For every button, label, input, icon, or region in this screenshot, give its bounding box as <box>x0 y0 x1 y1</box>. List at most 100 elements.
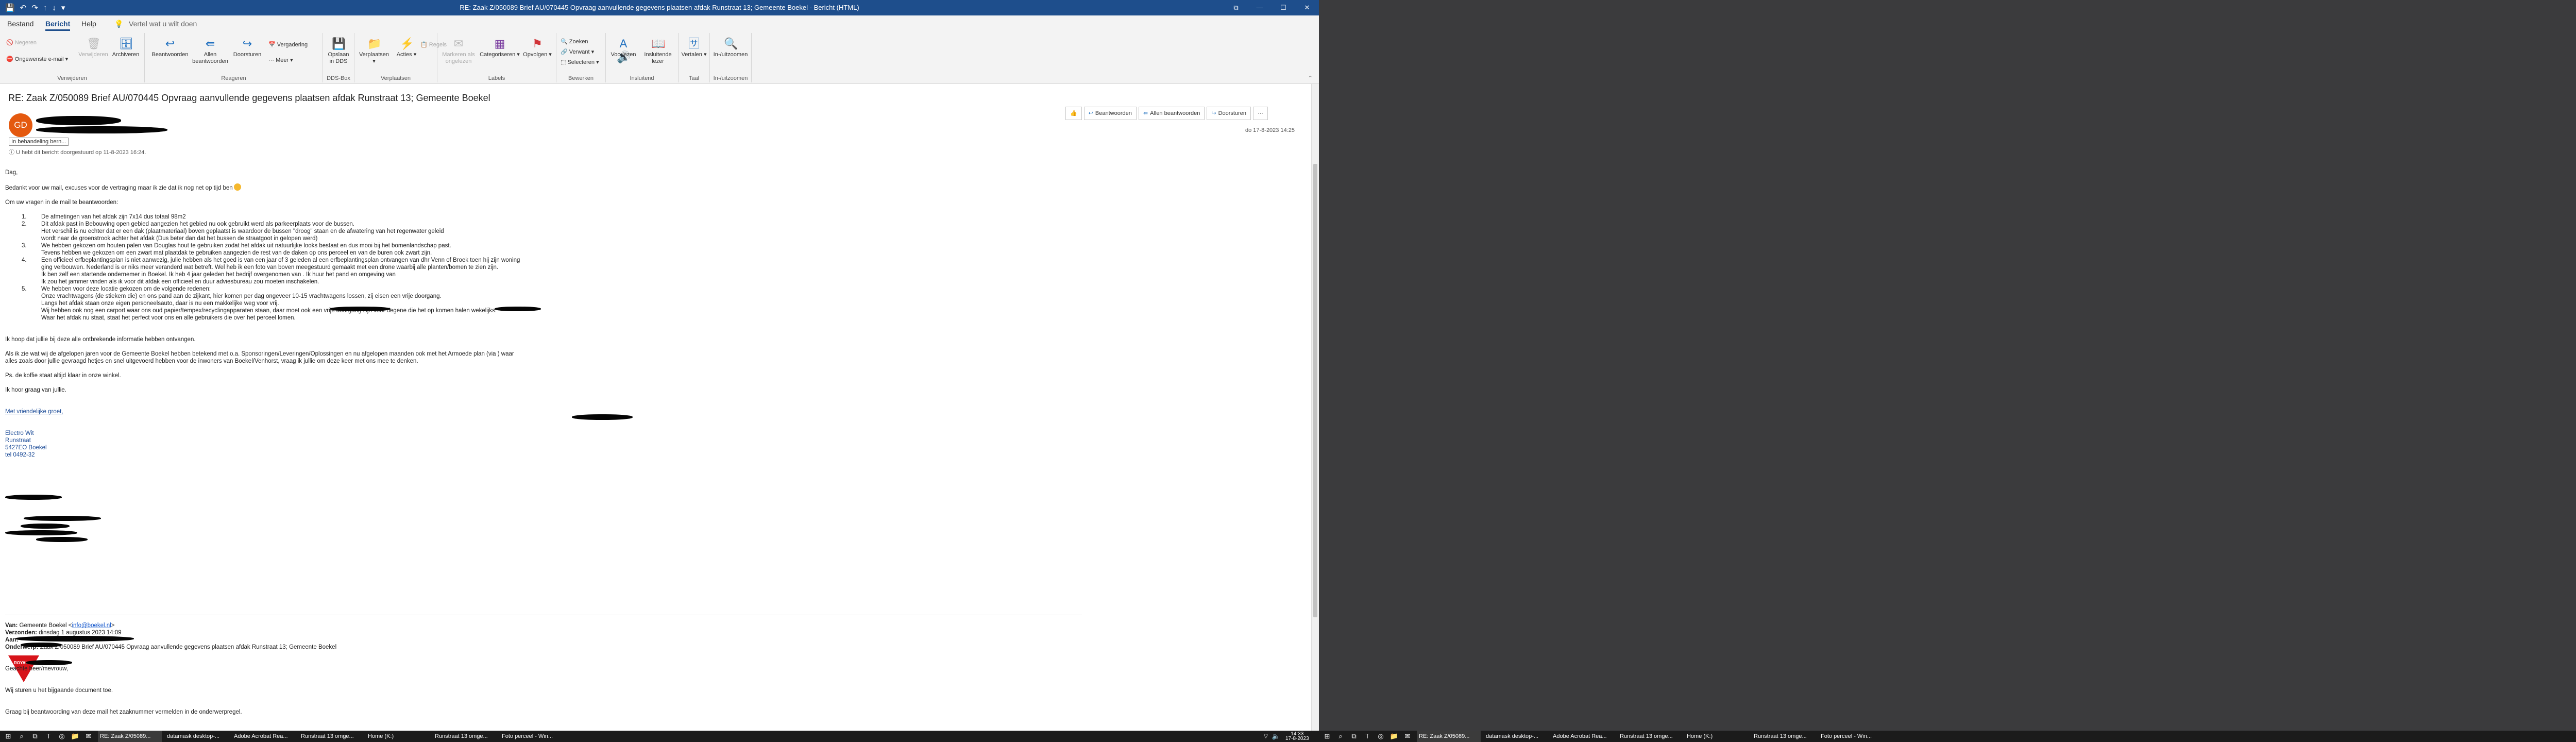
outlook-icon[interactable]: ✉ <box>82 731 95 742</box>
teams-icon[interactable]: T <box>1361 731 1374 742</box>
taskbar-app-button[interactable]: Runstraat 13 omge... <box>1618 731 1682 742</box>
quoted-line: Wij sturen u het bijgaande document toe. <box>5 687 113 694</box>
immersive-reader-button[interactable]: 📖 Insluitende lezer <box>640 37 676 65</box>
taskbar-app-button[interactable]: Runstraat 13 omge... <box>299 731 363 742</box>
taskbar-app-button[interactable]: datamask desktop-... <box>165 731 229 742</box>
search-icon[interactable]: ⌕ <box>15 731 28 742</box>
signature-greeting: Met vriendelijke groet, <box>5 409 63 415</box>
clock[interactable]: 14:33 17-8-2023 <box>1285 732 1309 741</box>
group-label: Verwijderen <box>57 75 87 81</box>
taskbar-app-button[interactable]: Home (K:) <box>366 731 430 742</box>
body-paragraph: alles zoals door jullie gevraagd hetjes … <box>5 358 418 364</box>
tab-help[interactable]: Help <box>81 20 96 28</box>
scroll-thumb[interactable] <box>1313 164 1317 617</box>
volume-icon[interactable]: 🔈 <box>1270 731 1282 742</box>
translate-button[interactable]: 🈂 Vertalen ▾ <box>681 37 707 58</box>
mark-unread-button[interactable]: ✉ Markeren als ongelezen <box>440 37 477 65</box>
read-aloud-button[interactable]: A🔊 Voorlezen <box>608 37 639 63</box>
group-tags: ✉ Markeren als ongelezen ▦ Categoriseren ▾… <box>437 33 556 82</box>
tell-me-search[interactable]: Vertel wat u wilt doen <box>129 20 197 28</box>
select-button[interactable]: ⬚ Selecteren ▾ <box>561 59 599 65</box>
reply-button[interactable]: ↩ Beantwoorden <box>150 37 190 58</box>
sender-avatar[interactable]: GD <box>9 113 32 137</box>
related-button[interactable]: 🔗 Verwant ▾ <box>561 48 594 55</box>
junk-button[interactable]: ⛔ Ongewenste e-mail ▾ <box>6 56 68 62</box>
taskbar-app-button[interactable]: Foto perceel - Win... <box>500 731 564 742</box>
answer-line: wordt naar de groenstrook achter het afd… <box>41 235 318 242</box>
redaction <box>15 636 134 642</box>
category-icon: ▦ <box>494 37 505 50</box>
zoom-button[interactable]: 🔍 In-/uitzoomen <box>713 37 748 58</box>
taskbar-app-button[interactable]: RE: Zaak Z/05089... <box>1417 731 1481 742</box>
envelope-icon: ✉ <box>453 37 464 50</box>
reply-all-action-button[interactable]: ⇚ Allen beantwoorden <box>1138 107 1205 120</box>
more-respond-button[interactable]: ⋯ Meer ▾ <box>268 57 293 63</box>
reply-action-button[interactable]: ↩ Beantwoorden <box>1083 107 1137 120</box>
outlook-icon[interactable]: ✉ <box>1401 731 1414 742</box>
chrome-icon[interactable]: ◎ <box>56 731 68 742</box>
redaction <box>36 116 121 125</box>
answer-line: Tevens hebben we gekozen om een zwart ma… <box>41 250 432 256</box>
taskbar-app-button[interactable]: Runstraat 13 omge... <box>1752 731 1816 742</box>
like-button[interactable]: 👍 <box>1065 107 1082 120</box>
group-move: 📁 Verplaatsen ▾ ⚡ Acties ▾ 📋 Regels Verpla… <box>354 33 447 82</box>
windows-start-icon[interactable]: ⊞ <box>1321 731 1333 742</box>
categorize-button[interactable]: ▦ Categoriseren ▾ <box>479 37 521 58</box>
explorer-icon[interactable]: 📁 <box>69 731 81 742</box>
delete-icon: 🗑 <box>87 37 101 50</box>
close-icon[interactable]: ✕ <box>1295 0 1319 15</box>
ignore-button[interactable]: 🚫 Negeren <box>6 39 37 46</box>
search-icon[interactable]: ⌕ <box>1334 731 1347 742</box>
category-tag[interactable]: In behandeling bern... <box>9 138 69 146</box>
group-language: 🈂 Vertalen ▾ Taal <box>679 33 710 82</box>
answer-line: Een officieel erfbeplantingsplan is niet… <box>41 257 520 263</box>
restore-icon[interactable]: ⧉ <box>1224 0 1248 15</box>
forward-icon: ↪ <box>1211 110 1216 116</box>
message-actions: 👍 ↩ Beantwoorden ⇚ Allen beantwoorden ↪ Doo… <box>1065 107 1268 120</box>
reply-icon: ↩ <box>1088 110 1093 116</box>
taskbar-app-button[interactable]: datamask desktop-... <box>1484 731 1548 742</box>
reply-all-button[interactable]: ⇚ Allen beantwoorden <box>192 37 228 65</box>
taskbar-app-button[interactable]: Adobe Acrobat Rea... <box>1551 731 1615 742</box>
archive-icon: 🗄 <box>119 37 133 50</box>
maximize-icon[interactable]: ☐ <box>1272 0 1295 15</box>
explorer-icon[interactable]: 📁 <box>1388 731 1400 742</box>
vertical-scrollbar[interactable] <box>1311 84 1319 731</box>
archive-button[interactable]: 🗄 Archiveren <box>110 37 141 58</box>
reply-all-icon: ⇚ <box>1143 110 1148 116</box>
translate-icon: 🈂 <box>688 37 700 50</box>
body-paragraph: Om uw vragen in de mail te beantwoorden: <box>5 199 118 206</box>
minimize-icon[interactable]: — <box>1248 0 1272 15</box>
taskbar-app-button[interactable]: Foto perceel - Win... <box>1819 731 1883 742</box>
forward-action-button[interactable]: ↪ Doorsturen <box>1207 107 1251 120</box>
find-button[interactable]: 🔍 Zoeken <box>561 38 588 45</box>
move-button[interactable]: 📁 Verplaatsen ▾ <box>358 37 391 65</box>
delete-button[interactable]: 🗑 Verwijderen <box>77 37 109 58</box>
meeting-button[interactable]: 📅 Vergadering <box>268 41 308 48</box>
teams-icon[interactable]: T <box>42 731 55 742</box>
answer-item: 4. Een officieel erfbeplantingsplan is ni… <box>22 257 675 285</box>
answer-line: ging verbouwen. Nederland is er niks mee… <box>41 264 499 271</box>
save-dds-button[interactable]: 💾 Opslaan in DDS <box>325 37 352 65</box>
followup-button[interactable]: ⚑ Opvolgen ▾ <box>522 37 553 58</box>
email-link[interactable]: info@boekel.nl <box>72 622 111 629</box>
collapse-ribbon-icon[interactable]: ⌃ <box>1308 75 1313 81</box>
group-zoom: 🔍 In-/uitzoomen In-/uitzoomen <box>710 33 752 82</box>
tab-file[interactable]: Bestand <box>7 20 33 28</box>
taskbar-app-button[interactable]: Adobe Acrobat Rea... <box>232 731 296 742</box>
answer-number: 5. <box>22 286 27 292</box>
taskbar-app-button[interactable]: RE: Zaak Z/05089... <box>98 731 162 742</box>
answer-list: 1. De afmetingen van het afdak zijn 7x14 … <box>5 213 675 322</box>
taskbar-app-button[interactable]: Runstraat 13 omge... <box>433 731 497 742</box>
task-view-icon[interactable]: ⧉ <box>29 731 41 742</box>
tab-message[interactable]: Bericht <box>45 20 71 31</box>
forward-button[interactable]: ↪ Doorsturen <box>230 37 264 58</box>
quoted-sent: Verzonden: dinsdag 1 augustus 2023 14:09 <box>5 630 122 636</box>
redaction <box>5 530 77 535</box>
taskbar-app-button[interactable]: Home (K:) <box>1685 731 1749 742</box>
chrome-icon[interactable]: ◎ <box>1375 731 1387 742</box>
more-actions-button[interactable]: ··· <box>1252 107 1268 120</box>
actions-button[interactable]: ⚡ Acties ▾ <box>394 37 419 58</box>
windows-start-icon[interactable]: ⊞ <box>2 731 14 742</box>
task-view-icon[interactable]: ⧉ <box>1348 731 1360 742</box>
